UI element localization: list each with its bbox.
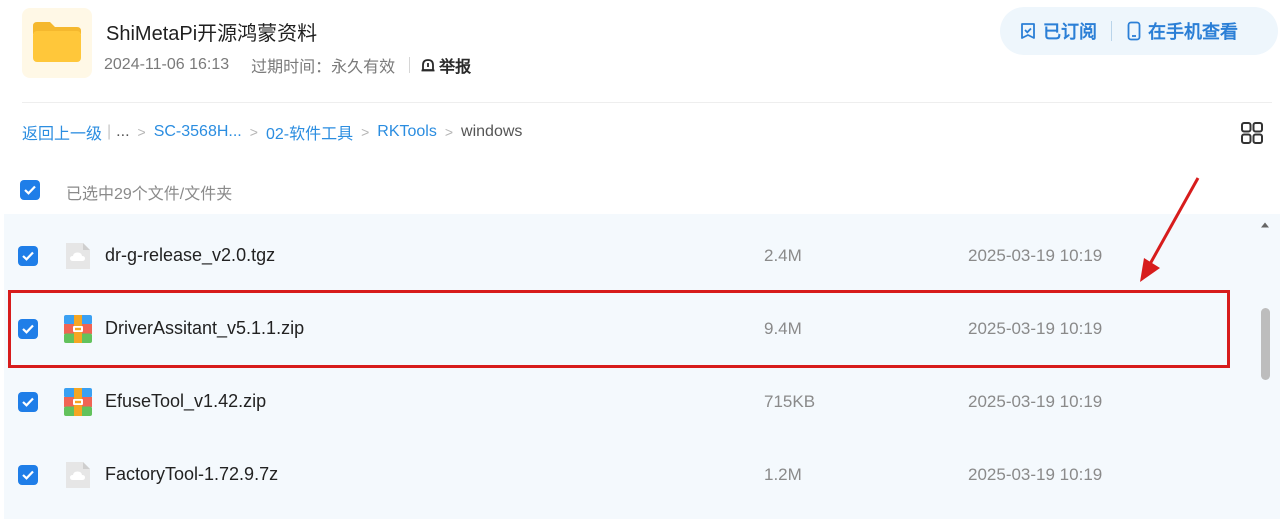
file-size: 9.4M	[764, 319, 802, 338]
file-row[interactable]: FactoryTool-1.72.9.7z 1.2M 2025-03-19 10…	[4, 439, 1254, 512]
breadcrumb-item-software-tools[interactable]: 02-软件工具	[266, 120, 353, 144]
breadcrumb-current: windows	[461, 123, 523, 140]
subscribe-check-icon	[1021, 23, 1035, 39]
breadcrumb-arrow: >	[361, 124, 370, 140]
breadcrumb-item-rktools[interactable]: RKTools	[377, 123, 437, 141]
subscribed-label: 已订阅	[1043, 22, 1097, 42]
file-list: dr-g-release_v2.0.tgz 2.4M 2025-03-19 10…	[4, 214, 1280, 519]
zip-archive-icon	[64, 388, 92, 416]
check-icon	[22, 470, 34, 480]
back-link[interactable]: 返回上一级	[22, 120, 102, 144]
scrollbar-thumb[interactable]	[1261, 308, 1270, 380]
select-all-checkbox[interactable]	[20, 180, 40, 200]
check-icon	[24, 185, 36, 195]
report-button[interactable]: 举报	[420, 53, 471, 77]
share-date: 2024-11-06 16:13	[104, 56, 230, 73]
report-label: 举报	[439, 59, 472, 76]
folder-icon	[22, 8, 92, 78]
file-name: dr-g-release_v2.0.tgz	[105, 245, 276, 265]
zip-archive-icon	[64, 315, 92, 343]
row-checkbox[interactable]	[18, 319, 38, 339]
file-date: 2025-03-19 10:19	[968, 392, 1103, 411]
breadcrumb-separator: |	[107, 123, 112, 140]
breadcrumb-arrow: >	[137, 124, 146, 140]
file-name: EfuseTool_v1.42.zip	[105, 391, 267, 411]
share-page: ShiMetaPi开源鸿蒙资料 2024-11-06 16:13 过期时间：永久…	[0, 0, 1280, 519]
file-date: 2025-03-19 10:19	[968, 246, 1103, 265]
breadcrumb-item-sc3568h[interactable]: SC-3568H...	[154, 123, 242, 141]
file-row[interactable]: DriverAssitant_v5.1.1.zip 9.4M 2025-03-1…	[4, 293, 1254, 366]
actions-divider	[1111, 21, 1112, 41]
breadcrumb: 返回上一级 | ... > SC-3568H... > 02-软件工具 > RK…	[22, 121, 522, 143]
file-size: 2.4M	[764, 246, 802, 265]
meta-divider	[409, 57, 411, 73]
file-name: FactoryTool-1.72.9.7z	[105, 464, 279, 484]
file-row[interactable]: EfuseTool_v1.42.zip 715KB 2025-03-19 10:…	[4, 366, 1254, 439]
scroll-up-arrow-icon[interactable]	[1260, 220, 1270, 230]
report-icon	[421, 59, 435, 72]
subscribed-button[interactable]: 已订阅	[1019, 18, 1097, 44]
check-icon	[22, 324, 34, 334]
row-checkbox[interactable]	[18, 392, 38, 412]
view-on-phone-label: 在手机查看	[1148, 22, 1238, 42]
phone-icon	[1127, 21, 1141, 41]
row-checkbox[interactable]	[18, 246, 38, 266]
view-on-phone-button[interactable]: 在手机查看	[1126, 18, 1238, 44]
breadcrumb-arrow: >	[249, 124, 258, 140]
share-title: ShiMetaPi开源鸿蒙资料	[106, 23, 318, 45]
row-checkbox[interactable]	[18, 465, 38, 485]
header-divider	[22, 102, 1272, 103]
selection-count: 已选中29个文件/文件夹	[66, 186, 233, 203]
check-icon	[22, 397, 34, 407]
file-size: 1.2M	[764, 465, 802, 484]
check-icon	[22, 251, 34, 261]
file-date: 2025-03-19 10:19	[968, 319, 1103, 338]
file-size: 715KB	[764, 392, 816, 411]
file-date: 2025-03-19 10:19	[968, 465, 1103, 484]
cloud-file-icon	[66, 243, 90, 269]
expire-text: 过期时间：永久有效	[251, 59, 396, 76]
file-name: DriverAssitant_v5.1.1.zip	[105, 318, 305, 338]
grid-view-icon[interactable]	[1240, 121, 1264, 145]
breadcrumb-arrow: >	[444, 124, 454, 140]
cloud-file-icon	[66, 462, 90, 488]
file-row[interactable]: dr-g-release_v2.0.tgz 2.4M 2025-03-19 10…	[4, 220, 1254, 293]
share-meta: 2024-11-06 16:13 过期时间：永久有效 举报	[104, 54, 471, 76]
share-actions: 已订阅 在手机查看	[1000, 7, 1278, 55]
breadcrumb-ellipsis[interactable]: ...	[116, 123, 129, 141]
